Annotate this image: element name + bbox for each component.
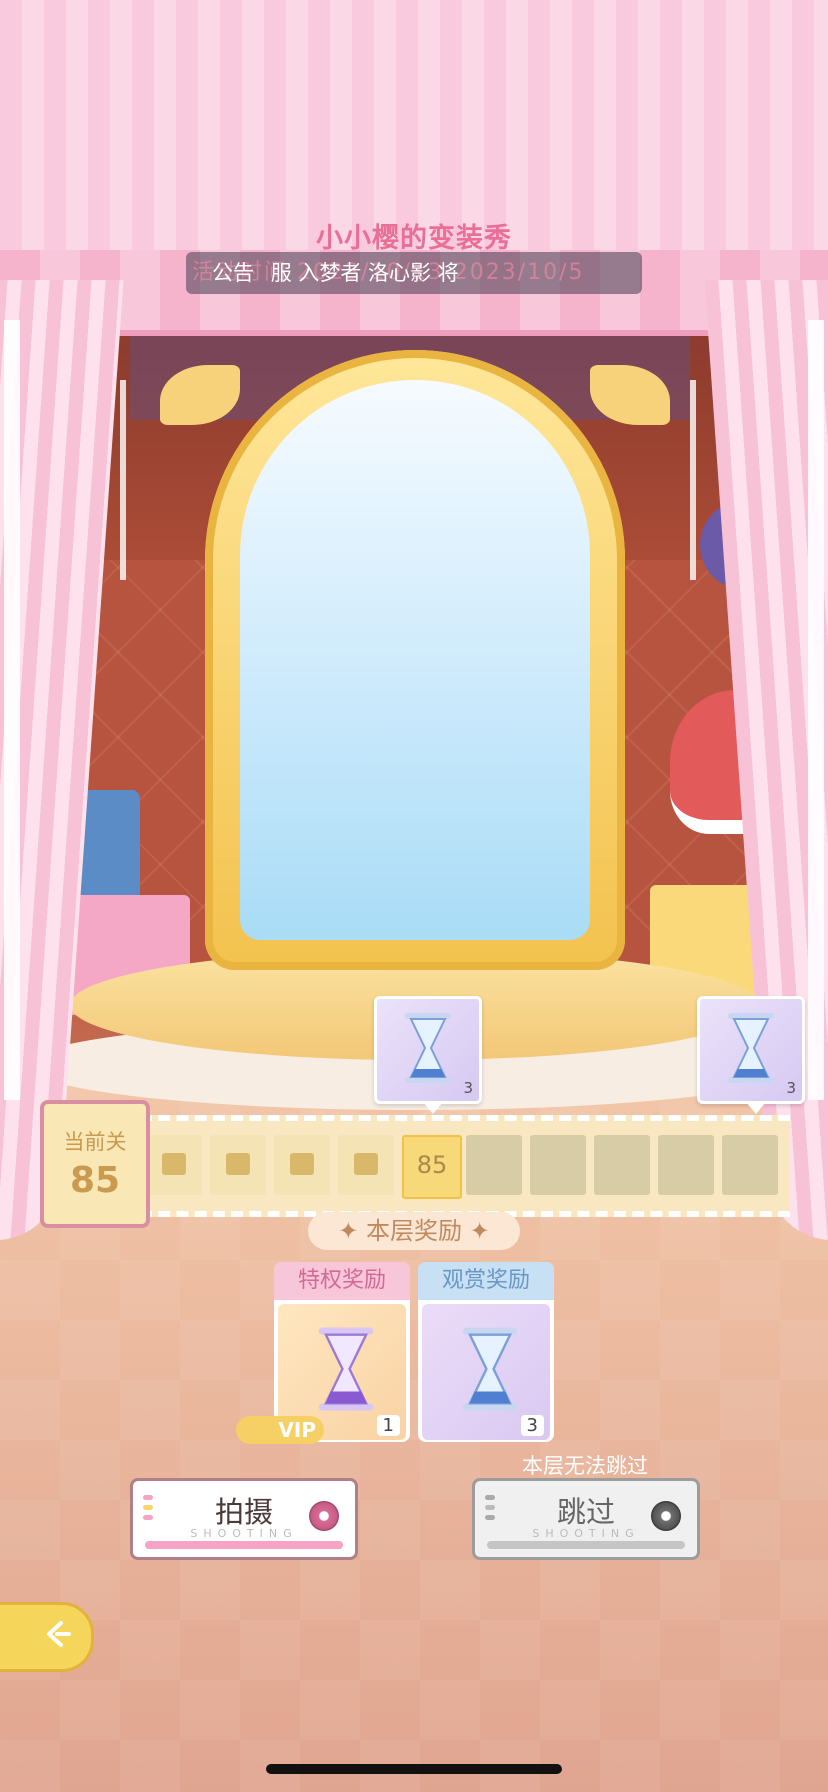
skip-button[interactable]: 跳过 SHOOTING [472,1478,700,1560]
reward-quantity: 3 [786,1079,796,1097]
camera-lens-icon [651,1501,681,1531]
reward-quantity: 3 [463,1079,473,1097]
milestone-reward-popup[interactable]: 3 [374,996,482,1114]
level-slot-cleared [274,1135,330,1195]
hourglass-icon [318,1327,374,1411]
level-progress-strip: 85 [140,1115,790,1217]
magic-mirror [240,380,590,940]
level-slot-locked [530,1135,586,1195]
back-button[interactable] [0,1602,94,1672]
back-arrow-icon [47,1621,71,1647]
level-slot-locked [658,1135,714,1195]
current-level-number: 85 [69,1160,121,1201]
level-slot-cleared [338,1135,394,1195]
floor-reward-title-text: 本层奖励 [366,1217,462,1245]
floor-reward-title: ✦ 本层奖励 ✦ [308,1212,520,1250]
level-slot-locked [466,1135,522,1195]
watch-reward-card[interactable]: 观赏奖励 3 [418,1262,554,1442]
announcement-text: 服 入梦者 洛心影 将 [270,261,459,285]
announcement-label: 公告 [212,261,254,285]
home-indicator[interactable] [266,1764,562,1774]
camera-lens-icon [309,1501,339,1531]
level-slot-current: 85 [402,1135,462,1199]
current-level-label: 当前关 [63,1130,127,1154]
privilege-reward-quantity: 1 [376,1415,400,1436]
vip-badge: VIP [236,1416,324,1444]
hourglass-icon [728,1013,774,1083]
event-title: 小小樱的变装秀 [316,223,512,254]
shirt-icon [354,1153,378,1175]
privilege-reward-label: 特权奖励 [274,1262,410,1300]
current-level-badge: 当前关 85 [40,1100,150,1228]
ribbon-chain-decoration [120,380,126,580]
hourglass-icon [405,1013,451,1083]
level-slot-locked [594,1135,650,1195]
watch-reward-label: 观赏奖励 [418,1262,554,1300]
level-slot-cleared [210,1135,266,1195]
shirt-icon [162,1153,186,1175]
milestone-reward-popup[interactable]: 3 [697,996,805,1114]
level-slot-locked [722,1135,778,1195]
ribbon-chain-decoration [690,380,696,580]
frame-pillar [4,320,20,1100]
level-slot-cleared [146,1135,202,1195]
shirt-icon [290,1153,314,1175]
hourglass-icon [462,1327,518,1411]
watch-reward-quantity: 3 [520,1415,544,1436]
announcement-bar[interactable]: 活动时间 2023/10/13-2023/10/5 公告 服 入梦者 洛心影 将 [186,252,642,294]
frame-pillar [808,320,824,1100]
skip-unavailable-hint: 本层无法跳过 [522,1454,648,1478]
shirt-icon [226,1153,250,1175]
privilege-reward-card[interactable]: 特权奖励 1 [274,1262,410,1442]
current-level-marker: 85 [416,1151,448,1179]
shoot-button[interactable]: 拍摄 SHOOTING [130,1478,358,1560]
